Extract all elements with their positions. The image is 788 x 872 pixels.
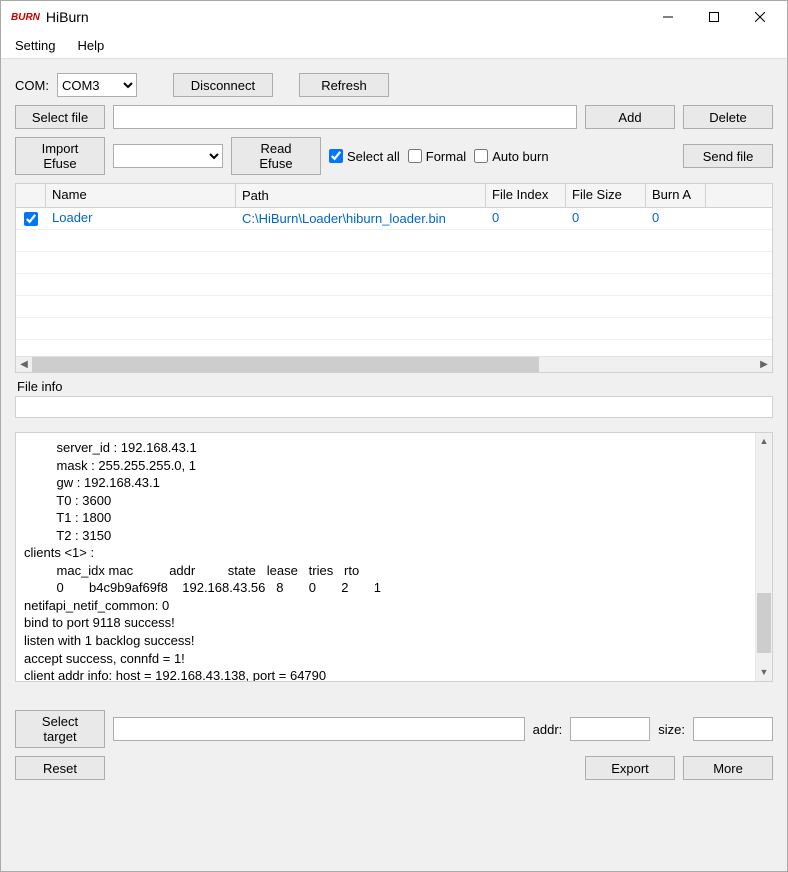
menu-setting[interactable]: Setting bbox=[9, 36, 61, 55]
menu-help[interactable]: Help bbox=[71, 36, 110, 55]
formal-input[interactable] bbox=[408, 149, 422, 163]
col-file-size[interactable]: File Size bbox=[566, 184, 646, 207]
scroll-down-icon[interactable]: ▼ bbox=[756, 664, 772, 681]
log-text: server_id : 192.168.43.1 mask : 255.255.… bbox=[24, 440, 381, 682]
size-label: size: bbox=[658, 722, 685, 737]
more-button[interactable]: More bbox=[683, 756, 773, 780]
cell-addr: 0 bbox=[646, 208, 706, 229]
file-table: Name Path File Index File Size Burn A Lo… bbox=[15, 183, 773, 373]
select-all-label: Select all bbox=[347, 149, 400, 164]
addr-label: addr: bbox=[533, 722, 563, 737]
scroll-up-icon[interactable]: ▲ bbox=[756, 433, 772, 450]
formal-label: Formal bbox=[426, 149, 466, 164]
cell-index: 0 bbox=[486, 208, 566, 229]
cell-path: C:\HiBurn\Loader\hiburn_loader.bin bbox=[236, 208, 486, 229]
log-scroll-thumb[interactable] bbox=[757, 593, 771, 653]
scroll-left-icon[interactable]: ◀ bbox=[16, 357, 32, 372]
table-body: Loader C:\HiBurn\Loader\hiburn_loader.bi… bbox=[16, 208, 772, 356]
col-file-index[interactable]: File Index bbox=[486, 184, 566, 207]
scroll-thumb[interactable] bbox=[32, 357, 539, 372]
table-hscroll[interactable]: ◀ ▶ bbox=[16, 356, 772, 372]
formal-checkbox[interactable]: Formal bbox=[408, 149, 466, 164]
row-checkbox[interactable] bbox=[24, 212, 38, 226]
com-select[interactable]: COM3 bbox=[57, 73, 137, 97]
table-row[interactable]: Loader C:\HiBurn\Loader\hiburn_loader.bi… bbox=[16, 208, 772, 230]
size-input[interactable] bbox=[693, 717, 773, 741]
disconnect-button[interactable]: Disconnect bbox=[173, 73, 273, 97]
app-logo: BURN bbox=[11, 12, 40, 23]
bottom-panel: Select target addr: size: Reset Export M… bbox=[15, 710, 773, 788]
read-efuse-button[interactable]: Read Efuse bbox=[231, 137, 321, 175]
cell-size: 0 bbox=[566, 208, 646, 229]
table-header: Name Path File Index File Size Burn A bbox=[16, 184, 772, 208]
auto-burn-label: Auto burn bbox=[492, 149, 548, 164]
log-vscroll[interactable]: ▲ ▼ bbox=[755, 433, 772, 681]
col-path[interactable]: Path bbox=[236, 184, 486, 207]
export-button[interactable]: Export bbox=[585, 756, 675, 780]
cell-name: Loader bbox=[46, 208, 236, 229]
col-name[interactable]: Name bbox=[46, 184, 236, 207]
auto-burn-checkbox[interactable]: Auto burn bbox=[474, 149, 548, 164]
refresh-button[interactable]: Refresh bbox=[299, 73, 389, 97]
efuse-select[interactable] bbox=[113, 144, 223, 168]
maximize-button[interactable] bbox=[691, 2, 737, 32]
com-label: COM: bbox=[15, 78, 49, 93]
file-path-input[interactable] bbox=[113, 105, 577, 129]
addr-input[interactable] bbox=[570, 717, 650, 741]
col-burn-addr[interactable]: Burn A bbox=[646, 184, 706, 207]
scroll-right-icon[interactable]: ▶ bbox=[756, 357, 772, 372]
workarea: COM: COM3 Disconnect Refresh Select file… bbox=[1, 59, 787, 871]
window-title: HiBurn bbox=[46, 9, 89, 25]
log-output[interactable]: server_id : 192.168.43.1 mask : 255.255.… bbox=[15, 432, 773, 682]
select-all-input[interactable] bbox=[329, 149, 343, 163]
import-efuse-button[interactable]: Import Efuse bbox=[15, 137, 105, 175]
target-input[interactable] bbox=[113, 717, 525, 741]
minimize-button[interactable] bbox=[645, 2, 691, 32]
close-button[interactable] bbox=[737, 2, 783, 32]
add-button[interactable]: Add bbox=[585, 105, 675, 129]
send-file-button[interactable]: Send file bbox=[683, 144, 773, 168]
select-file-button[interactable]: Select file bbox=[15, 105, 105, 129]
titlebar: BURN HiBurn bbox=[1, 1, 787, 33]
reset-button[interactable]: Reset bbox=[15, 756, 105, 780]
delete-button[interactable]: Delete bbox=[683, 105, 773, 129]
select-all-checkbox[interactable]: Select all bbox=[329, 149, 400, 164]
menubar: Setting Help bbox=[1, 33, 787, 59]
file-info-label: File info bbox=[17, 379, 773, 394]
select-target-button[interactable]: Select target bbox=[15, 710, 105, 748]
auto-burn-input[interactable] bbox=[474, 149, 488, 163]
file-info-box bbox=[15, 396, 773, 418]
